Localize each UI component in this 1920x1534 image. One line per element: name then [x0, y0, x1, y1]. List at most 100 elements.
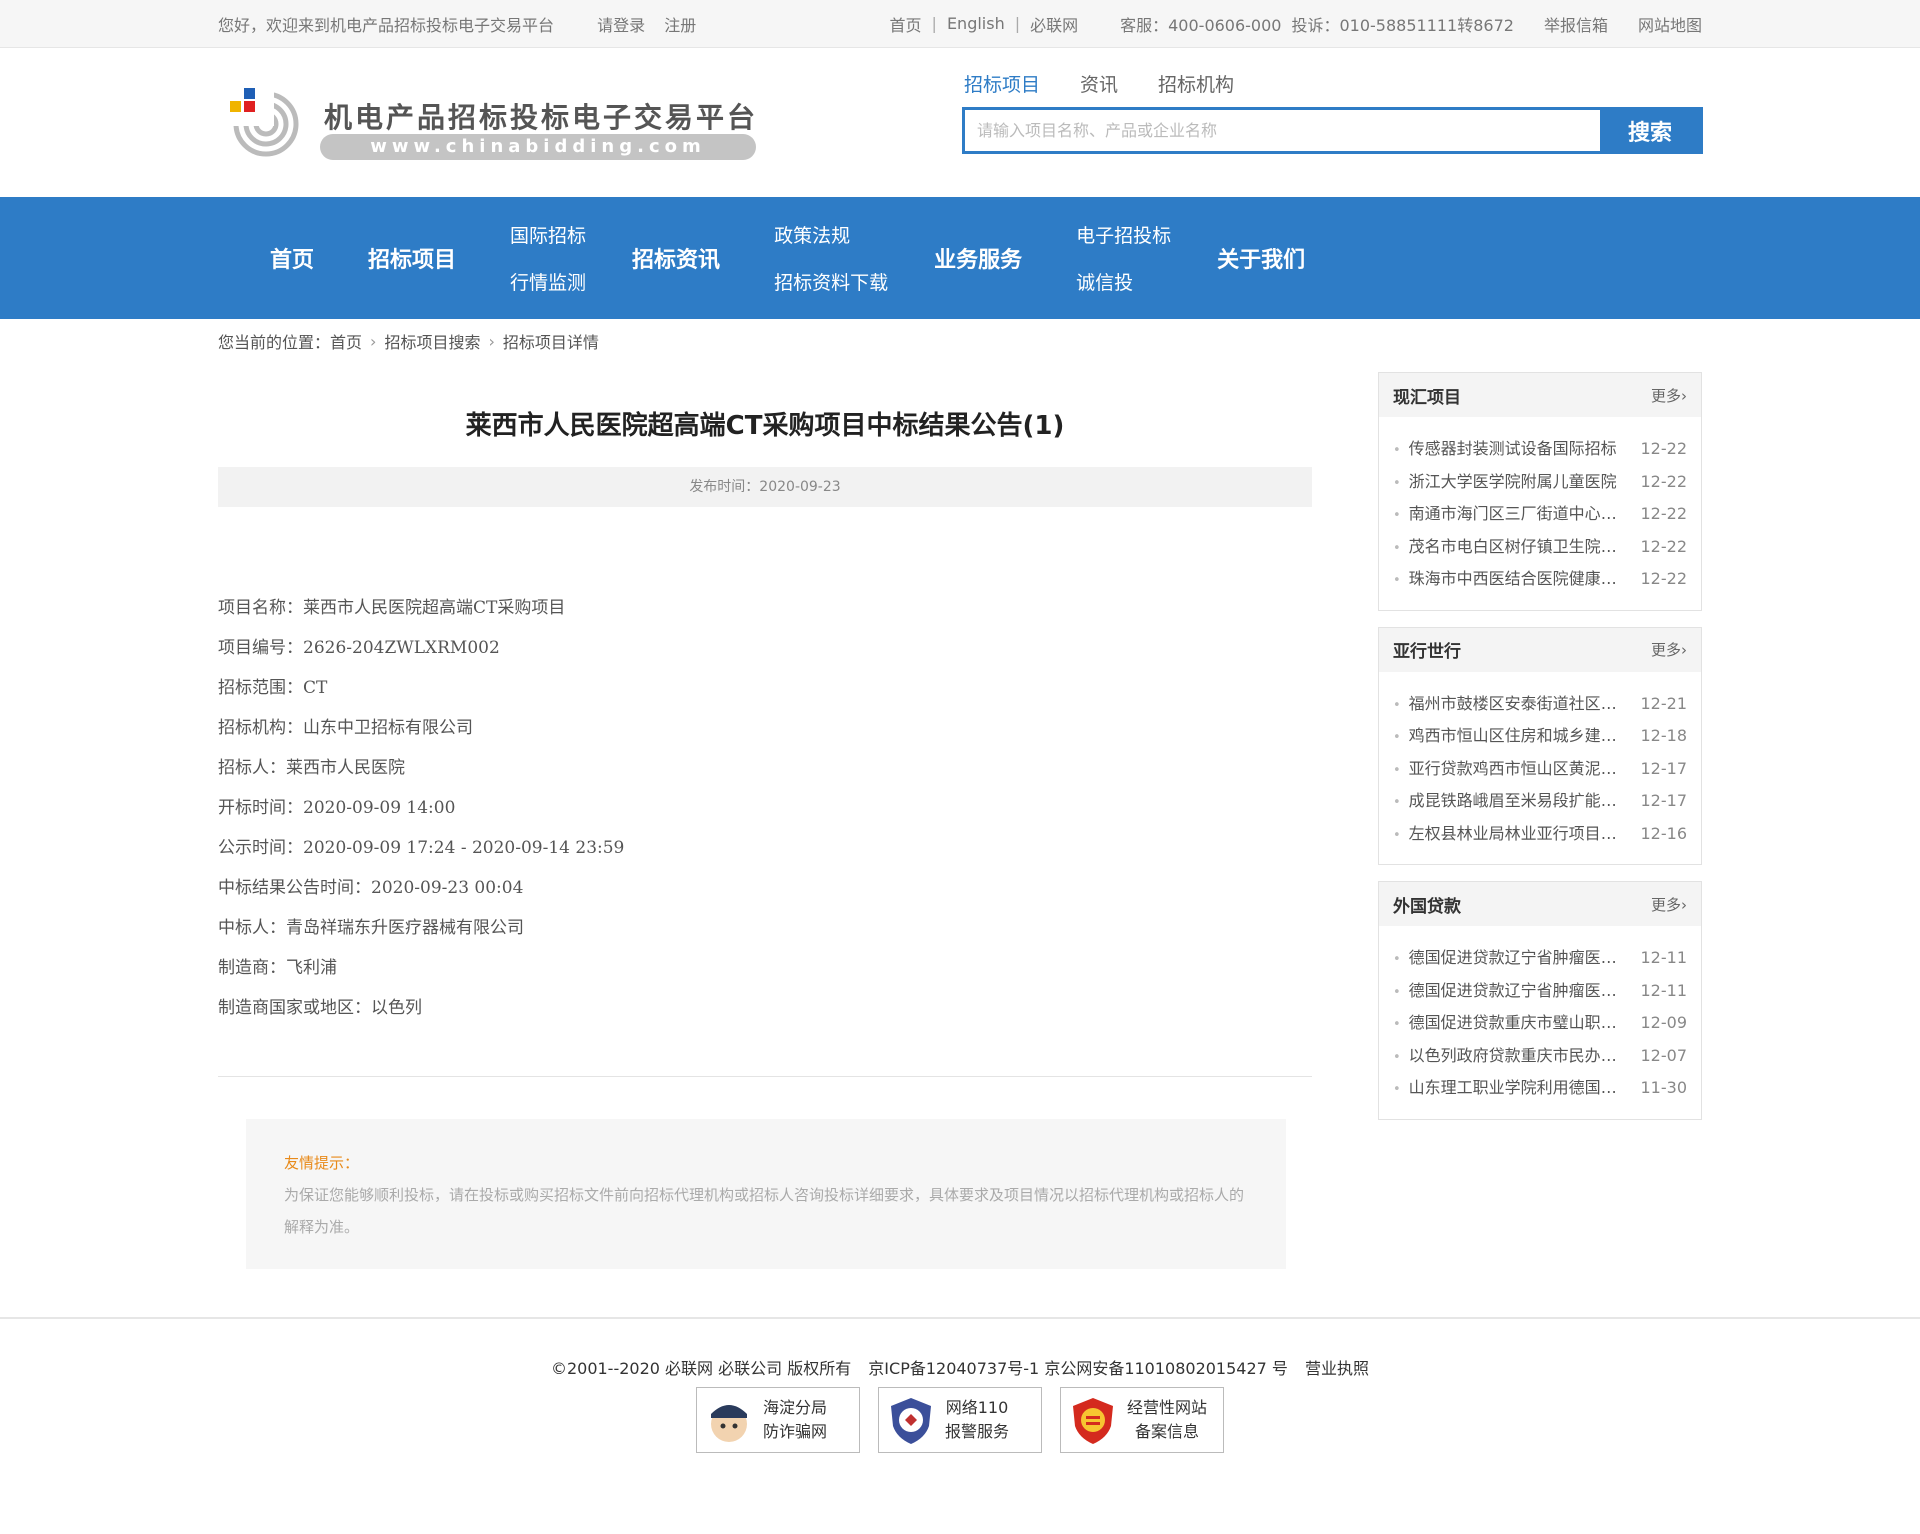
search-input[interactable] — [965, 110, 1600, 151]
more-link[interactable]: 更多› — [1651, 894, 1687, 915]
nav-ebid-group: 电子招投标 诚信投 — [1076, 221, 1171, 295]
detail-line: 招标机构：山东中卫招标有限公司 — [218, 718, 473, 738]
logo-url: www.chinabidding.com — [320, 134, 756, 160]
list-item[interactable]: 德国促进贷款辽宁省肿瘤医院设备12-11 — [1393, 975, 1687, 1008]
nav-about[interactable]: 关于我们 — [1217, 242, 1305, 274]
chevron-right-icon: › — [1681, 895, 1687, 914]
license-link[interactable]: 营业执照 — [1305, 1359, 1369, 1378]
list-item[interactable]: 南通市海门区三厂街道中心卫生院12-22 — [1393, 498, 1687, 531]
detail-line: 中标结果公告时间：2020-09-23 00:04 — [218, 878, 524, 898]
detail-line: 招标人：莱西市人民医院 — [218, 758, 405, 778]
article-details: 项目名称：莱西市人民医院超高端CT采购项目 项目编号：2626-204ZWLXR… — [218, 594, 1312, 1034]
publish-date: 发布时间：2020-09-23 — [218, 467, 1312, 507]
more-link[interactable]: 更多› — [1651, 639, 1687, 660]
more-link[interactable]: 更多› — [1651, 385, 1687, 406]
sidebar-box-foreign-loans: 外国贷款 更多› 德国促进贷款辽宁省肿瘤医院项目12-11 德国促进贷款辽宁省肿… — [1378, 881, 1702, 1120]
search-box: 搜索 — [962, 107, 1703, 154]
nav-policy-group: 政策法规 招标资料下载 — [774, 221, 888, 295]
notice-text: 为保证您能够顺利投标，请在投标或购买招标文件前向招标代理机构或招标人咨询投标详细… — [284, 1186, 1245, 1236]
report-link[interactable]: 举报信箱 — [1544, 12, 1608, 36]
chevron-right-icon: › — [1681, 641, 1687, 659]
list-item[interactable]: 德国促进贷款重庆市璧山职教中心12-09 — [1393, 1007, 1687, 1040]
list-item[interactable]: 左权县林业局林业亚行项目采购12-16 — [1393, 818, 1687, 851]
red-seal-icon — [1073, 1398, 1113, 1444]
notice-box: 友情提示： 为保证您能够顺利投标，请在投标或购买招标文件前向招标代理机构或招标人… — [246, 1119, 1286, 1269]
badge-110[interactable]: 网络110 报警服务 — [878, 1387, 1042, 1453]
login-link[interactable]: 请登录 — [597, 16, 645, 35]
list-item[interactable]: 鸡西市恒山区住房和城乡建设局12-18 — [1393, 720, 1687, 753]
footer: ©2001--2020 必联网 必联公司 版权所有 京ICP备12040737号… — [0, 1317, 1920, 1453]
box-title: 外国贷款 — [1393, 896, 1461, 917]
detail-line: 中标人：青岛祥瑞东升医疗器械有限公司 — [218, 918, 524, 938]
nav-news[interactable]: 招标资讯 — [632, 242, 720, 274]
breadcrumb-current: 招标项目详情 — [502, 333, 599, 352]
list-item[interactable]: 浙江大学医学院附属儿童医院12-22 — [1393, 466, 1687, 499]
police-icon — [711, 1405, 747, 1442]
list-item[interactable]: 福州市鼓楼区安泰街道社区改造12-21 — [1393, 688, 1687, 721]
breadcrumb: 您当前的位置： 首页 › 招标项目搜索 › 招标项目详情 — [218, 319, 1702, 363]
separator: | — [931, 14, 937, 33]
logo-title: 机电产品招标投标电子交易平台 — [324, 101, 759, 134]
home-link[interactable]: 首页 — [890, 12, 922, 36]
search-tabs: 招标项目 资讯 招标机构 — [964, 70, 1234, 97]
box-title: 亚行世行 — [1393, 642, 1461, 662]
list-item[interactable]: 成昆铁路峨眉至米易段扩能改造12-17 — [1393, 785, 1687, 818]
detail-line: 公示时间：2020-09-09 17:24 - 2020-09-14 23:59 — [218, 838, 625, 858]
detail-line: 项目编号：2626-204ZWLXRM002 — [218, 638, 500, 658]
list-item[interactable]: 山东理工职业学院利用德国贷款11-30 — [1393, 1072, 1687, 1105]
nav-intl-group: 国际招标 行情监测 — [510, 221, 586, 295]
nav-intl-bidding[interactable]: 国际招标 — [510, 221, 586, 248]
tab-agencies[interactable]: 招标机构 — [1158, 70, 1234, 97]
nav-credit[interactable]: 诚信投 — [1076, 268, 1171, 295]
detail-line: 开标时间：2020-09-09 14:00 — [218, 798, 456, 818]
breadcrumb-prefix: 您当前的位置： — [218, 333, 331, 352]
english-link[interactable]: English — [947, 14, 1005, 33]
site-logo[interactable]: 机电产品招标投标电子交易平台 www.chinabidding.com — [224, 84, 764, 212]
chevron-right-icon: › — [1681, 386, 1687, 405]
copyright: ©2001--2020 必联网 必联公司 版权所有 — [550, 1359, 852, 1378]
top-bar: 您好，欢迎来到机电产品招标投标电子交易平台 请登录 注册 首页 | Englis… — [0, 0, 1920, 48]
nav-market-monitor[interactable]: 行情监测 — [510, 268, 586, 295]
tab-projects[interactable]: 招标项目 — [964, 70, 1040, 97]
box-title: 现汇项目 — [1393, 387, 1461, 408]
list-item[interactable]: 茂名市电白区树仔镇卫生院采购12-22 — [1393, 531, 1687, 564]
header: 机电产品招标投标电子交易平台 www.chinabidding.com 招标项目… — [0, 48, 1920, 197]
detail-line: 招标范围：CT — [218, 678, 328, 698]
register-link[interactable]: 注册 — [664, 16, 696, 35]
shield-110-icon — [891, 1398, 931, 1444]
list-item[interactable]: 传感器封装测试设备国际招标12-22 — [1393, 433, 1687, 466]
search-button[interactable]: 搜索 — [1600, 110, 1700, 151]
article-title: 莱西市人民医院超高端CT采购项目中标结果公告(1) — [465, 411, 1065, 441]
nav-ebidding[interactable]: 电子招投标 — [1076, 221, 1171, 248]
nav-projects[interactable]: 招标项目 — [368, 242, 456, 274]
sidebar-box-adb-wb: 亚行世行 更多› 福州市鼓楼区安泰街道社区改造12-21 鸡西市恒山区住房和城乡… — [1378, 626, 1702, 865]
sidebar-box-cash: 现汇项目 更多› 传感器封装测试设备国际招标12-22 浙江大学医学院附属儿童医… — [1378, 372, 1702, 611]
sitemap-link[interactable]: 网站地图 — [1638, 12, 1702, 36]
chevron-right-icon: › — [370, 331, 377, 351]
nav-business[interactable]: 业务服务 — [934, 242, 1022, 274]
icp-record[interactable]: 京ICP备12040737号-1 京公网安备11010802015427 号 — [868, 1359, 1288, 1378]
detail-line: 制造商国家或地区：以色列 — [218, 998, 422, 1018]
logo-mark-icon — [224, 84, 299, 157]
list-item[interactable]: 德国促进贷款辽宁省肿瘤医院项目12-11 — [1393, 942, 1687, 975]
list-item[interactable]: 亚行贷款鸡西市恒山区黄泥河治理12-17 — [1393, 753, 1687, 786]
detail-line: 项目名称：莱西市人民医院超高端CT采购项目 — [218, 598, 566, 618]
nav-policy[interactable]: 政策法规 — [774, 221, 888, 248]
breadcrumb-home[interactable]: 首页 — [330, 329, 362, 353]
main-nav: 首页 招标项目 国际招标 行情监测 招标资讯 政策法规 招标资料下载 业务服务 … — [0, 197, 1920, 319]
nav-home[interactable]: 首页 — [270, 242, 314, 274]
complaint-phone: 投诉：010-58851111转8672 — [1291, 15, 1514, 35]
badge-icp[interactable]: 经营性网站 备案信息 — [1060, 1387, 1224, 1453]
list-item[interactable]: 珠海市中西医结合医院健康管理12-22 — [1393, 563, 1687, 596]
nav-downloads[interactable]: 招标资料下载 — [774, 268, 888, 295]
breadcrumb-search[interactable]: 招标项目搜索 — [384, 329, 480, 353]
tab-news[interactable]: 资讯 — [1080, 70, 1118, 97]
article: 莱西市人民医院超高端CT采购项目中标结果公告(1) 发布时间：2020-09-2… — [218, 363, 1312, 1269]
bilian-link[interactable]: 必联网 — [1030, 12, 1078, 36]
divider — [218, 1076, 1312, 1077]
sidebar: 现汇项目 更多› 传感器封装测试设备国际招标12-22 浙江大学医学院附属儿童医… — [1378, 372, 1702, 1269]
chevron-right-icon: › — [488, 331, 495, 351]
welcome-text: 您好，欢迎来到机电产品招标投标电子交易平台 — [218, 15, 555, 35]
list-item[interactable]: 以色列政府贷款重庆市民办学校12-07 — [1393, 1040, 1687, 1073]
badge-police[interactable]: 海淀分局 防诈骗网 — [696, 1387, 860, 1453]
